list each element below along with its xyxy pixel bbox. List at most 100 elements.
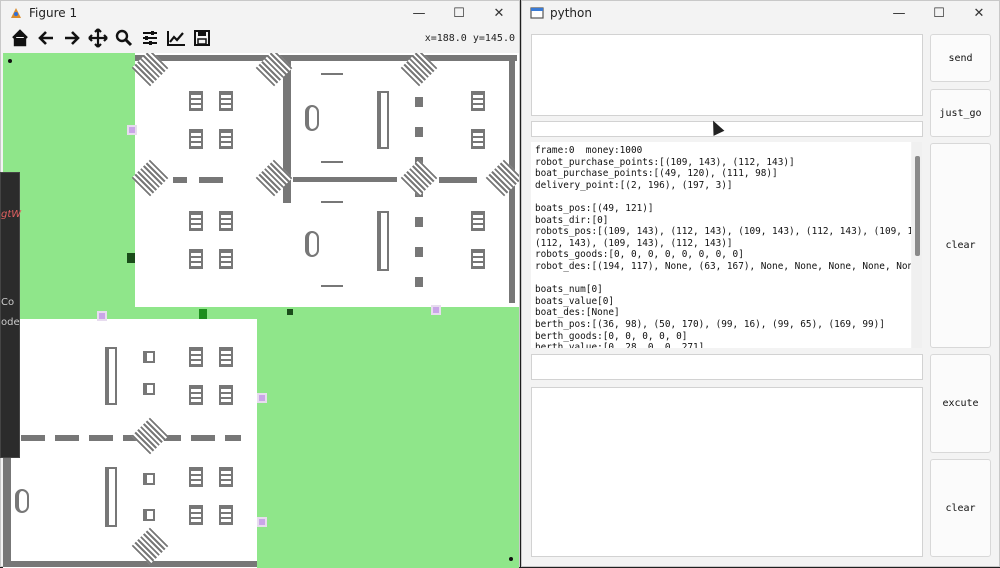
shelf: [219, 91, 233, 111]
output-line: boat_des:[None]: [535, 307, 620, 319]
berth-marker: [97, 311, 107, 321]
shelf: [189, 249, 203, 269]
road-dash: [199, 177, 223, 183]
forward-arrow-icon[interactable]: [61, 27, 83, 49]
shelf: [189, 211, 203, 231]
berth-outline: [321, 285, 343, 287]
berth-rack: [305, 105, 319, 131]
shelf: [189, 467, 203, 487]
shelf: [219, 129, 233, 149]
berth-rack: [377, 91, 389, 149]
berth-rack: [15, 489, 29, 513]
save-icon[interactable]: [191, 27, 213, 49]
berth-outline: [321, 73, 343, 75]
shelf: [219, 347, 233, 367]
delivery-point: [509, 557, 513, 561]
cursor-coordinates: x=188.0 y=145.0: [424, 32, 515, 44]
shelf: [219, 249, 233, 269]
robot-marker: [287, 309, 293, 315]
maximize-icon[interactable]: ☐: [439, 1, 479, 25]
shelf: [219, 385, 233, 405]
map-canvas[interactable]: [3, 53, 519, 568]
background-window: gtW Co ode: [0, 172, 22, 458]
navigation-toolbar: x=188.0 y=145.0: [1, 25, 519, 51]
background-text: Co: [1, 297, 15, 308]
minimize-icon[interactable]: —: [399, 1, 439, 25]
delivery-point: [8, 59, 12, 63]
shelf: [219, 467, 233, 487]
berth-rack: [105, 347, 117, 405]
figure-titlebar: Figure 1 — ☐ ✕: [1, 1, 519, 25]
scroll-thumb[interactable]: [915, 156, 920, 256]
berth-marker: [257, 517, 267, 527]
berth-rack: [377, 211, 389, 271]
shelf: [189, 347, 203, 367]
command-input[interactable]: [531, 34, 923, 116]
robot-marker: [127, 253, 135, 263]
output-line: frame:0 money:1000: [535, 145, 643, 156]
shelf: [471, 211, 485, 231]
script-input-line[interactable]: [531, 354, 923, 380]
output-line: delivery_point:[(2, 196), (197, 3)]: [535, 179, 733, 191]
clear-output-button[interactable]: clear: [930, 143, 991, 348]
back-arrow-icon[interactable]: [35, 27, 57, 49]
output-scrollbar[interactable]: [912, 142, 922, 348]
shelf: [189, 91, 203, 111]
berth-rack: [305, 231, 319, 257]
minimize-icon[interactable]: —: [879, 1, 919, 25]
shelf: [219, 505, 233, 525]
shelf: [189, 505, 203, 525]
road-dash: [415, 97, 423, 297]
output-line: boats_pos:[(49, 121)]: [535, 202, 654, 214]
edit-curve-icon[interactable]: [165, 27, 187, 49]
berth-rack: [143, 473, 155, 485]
berth-rack: [143, 351, 155, 363]
output-line: robots_goods:[0, 0, 0, 0, 0, 0, 0, 0]: [535, 249, 744, 261]
configure-icon[interactable]: [139, 27, 161, 49]
excute-button[interactable]: excute: [930, 354, 991, 453]
single-line-input[interactable]: [531, 121, 923, 137]
output-line: (112, 143), (109, 143), (112, 143)]: [535, 237, 733, 249]
shelf: [189, 129, 203, 149]
python-titlebar: python — ☐ ✕: [522, 1, 999, 25]
script-editor[interactable]: [531, 387, 923, 557]
road-dash: [439, 177, 477, 183]
berth-outline: [321, 161, 343, 163]
clear-script-button[interactable]: clear: [930, 459, 991, 557]
zoom-icon[interactable]: [113, 27, 135, 49]
python-title: python: [550, 6, 592, 20]
output-line: robot_purchase_points:[(109, 143), (112,…: [535, 156, 795, 168]
close-icon[interactable]: ✕: [479, 1, 519, 25]
pan-icon[interactable]: [87, 27, 109, 49]
background-text: gtW: [1, 209, 22, 220]
home-icon[interactable]: [9, 27, 31, 49]
shelf: [471, 129, 485, 149]
berth-marker: [257, 393, 267, 403]
output-line: berth_value:[0, 28, 0, 0, 271]: [535, 342, 705, 348]
output-line: boats_num[0]: [535, 284, 603, 296]
road-dash: [173, 177, 187, 183]
shelf: [189, 385, 203, 405]
output-line: robot_des:[(194, 117), None, (63, 167), …: [535, 260, 911, 272]
shelf: [219, 211, 233, 231]
window-icon: [530, 7, 544, 19]
road: [3, 561, 257, 567]
send-button[interactable]: send: [930, 34, 991, 82]
berth-rack: [105, 467, 117, 527]
just-go-button[interactable]: just_go: [930, 89, 991, 137]
output-line: boats_value[0]: [535, 295, 615, 307]
berth-rack: [143, 509, 155, 521]
berth-marker: [431, 305, 441, 315]
figure-window: Figure 1 — ☐ ✕ x=188.0 y=145.0: [0, 0, 520, 568]
berth-outline: [321, 201, 343, 203]
road: [135, 55, 517, 61]
background-text: ode: [1, 317, 20, 328]
maximize-icon[interactable]: ☐: [919, 1, 959, 25]
output-line: berth_goods:[0, 0, 0, 0, 0]: [535, 330, 688, 342]
close-icon[interactable]: ✕: [959, 1, 999, 25]
output-line: boats_dir:[0]: [535, 214, 609, 226]
road: [293, 177, 397, 182]
state-output: frame:0 money:1000 robot_purchase_points:…: [531, 142, 911, 348]
